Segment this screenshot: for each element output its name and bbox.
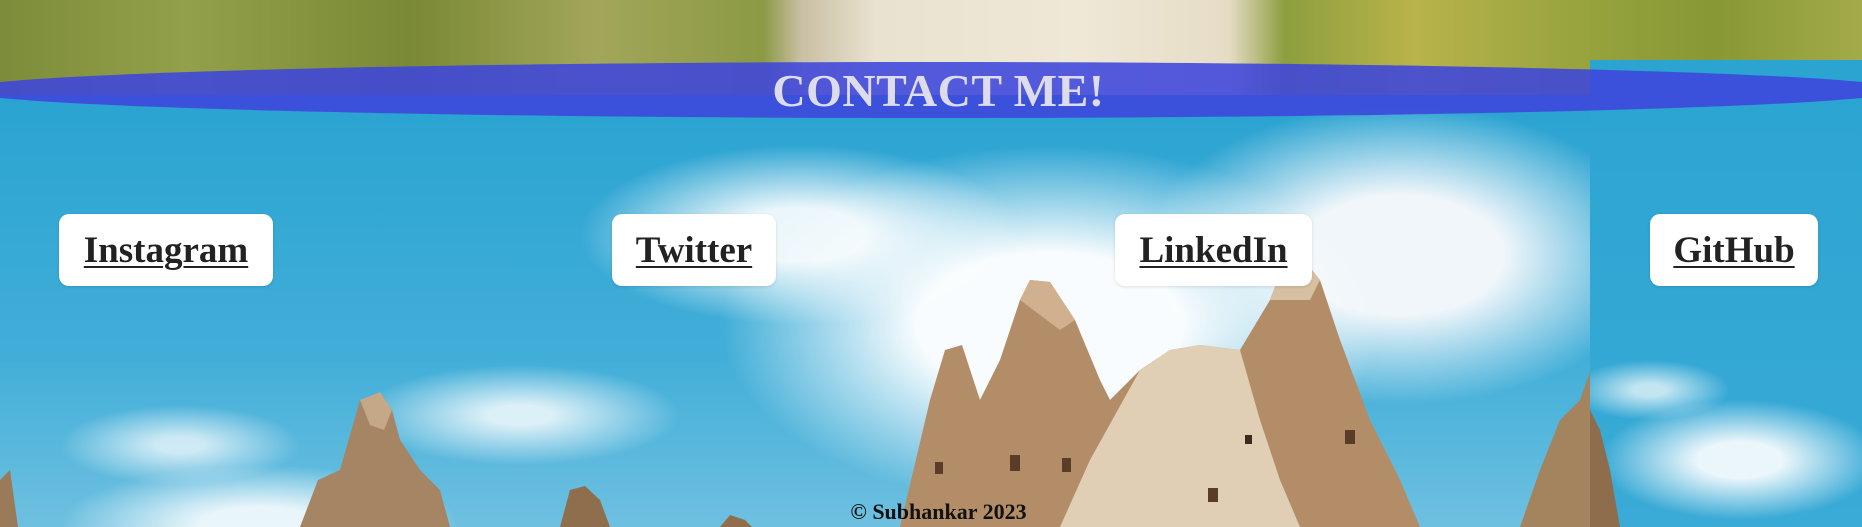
linkedin-card: LinkedIn [1115,214,1312,286]
linkedin-link[interactable]: LinkedIn [1139,229,1287,272]
github-card: GitHub [1650,214,1818,286]
twitter-card: Twitter [612,214,776,286]
instagram-link[interactable]: Instagram [84,229,248,272]
page-title: CONTACT ME! [772,65,1105,116]
instagram-card: Instagram [59,214,273,286]
github-link[interactable]: GitHub [1673,229,1794,272]
contact-page: CONTACT ME! Instagram Twitter LinkedIn G… [0,0,1862,527]
footer-copyright: © Subhankar 2023 [850,499,1027,524]
twitter-link[interactable]: Twitter [636,229,752,272]
